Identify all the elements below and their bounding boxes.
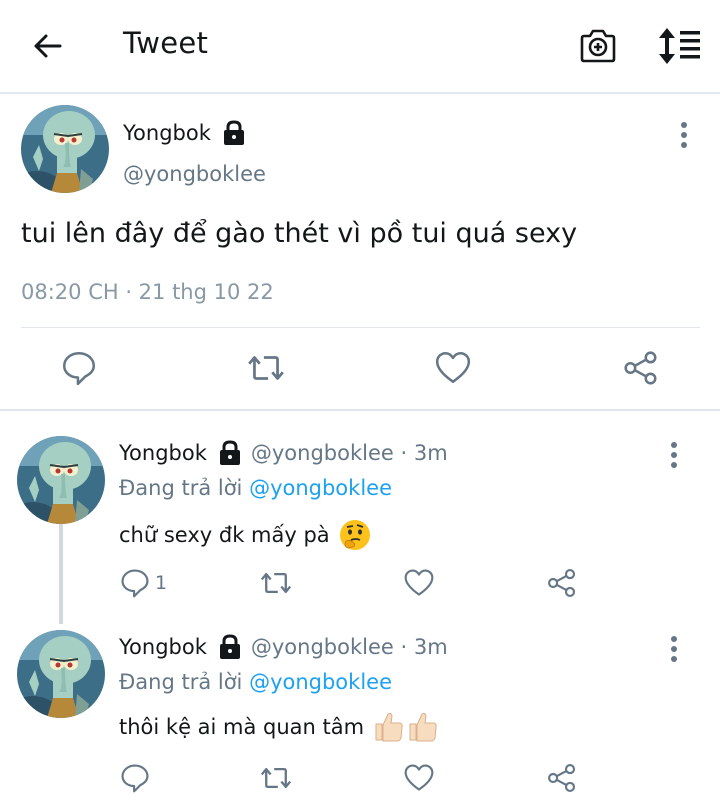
lock-icon [217,440,243,466]
tweet-text-content: chữ sexy đk mấy pà [119,523,330,547]
retweet-icon [245,349,287,387]
tweet-text-content: thôi kệ ai mà quan tâm [119,715,365,739]
camera-plus-icon [580,29,616,63]
reply-button[interactable]: 1 [119,567,167,599]
author-handle-time: @yongboklee · 3m [250,635,448,659]
avatar[interactable] [21,105,109,193]
avatar-image [17,436,105,524]
retweet-button[interactable] [258,567,294,599]
avatar-image [21,105,109,193]
heart-icon [403,762,435,794]
avatar[interactable] [17,630,105,718]
replying-to-label: Đang trả lời [119,476,250,500]
more-vertical-icon [662,634,686,664]
reply-tweet[interactable]: Yongbok @yongboklee · 3m Đang trả lời @y… [0,412,720,612]
reply-count: 1 [155,572,168,594]
author-name-row: Yongbok @yongboklee · 3m [119,440,448,466]
thinking-face-emoji [339,520,370,550]
author-name[interactable]: Yongbok [119,635,207,659]
reply-button[interactable] [119,762,151,794]
like-button[interactable] [403,762,435,794]
avatar[interactable] [17,436,105,524]
thumbs-up-emoji [375,712,437,742]
more-vertical-icon [672,120,696,150]
comment-icon [119,762,151,794]
like-button[interactable] [434,349,472,387]
page-title: Tweet [123,26,209,60]
share-button[interactable] [546,567,578,599]
author-name[interactable]: Yongbok [119,441,207,465]
sort-button[interactable] [656,26,702,66]
comment-icon [60,349,98,387]
author-name[interactable]: Yongbok [123,121,211,145]
author-handle[interactable]: @yongboklee [123,162,266,186]
retweet-button[interactable] [258,762,294,794]
divider [21,327,700,328]
heart-icon [434,349,472,387]
retweet-icon [258,762,294,794]
share-button[interactable] [622,349,660,387]
comment-icon [119,567,151,599]
replying-to: Đang trả lời @yongboklee [119,670,392,694]
lock-icon [217,634,243,660]
camera-button[interactable] [578,26,618,66]
author-handle-time: @yongboklee · 3m [250,441,448,465]
share-icon [546,762,578,794]
avatar-image [17,630,105,718]
replying-to-label: Đang trả lời [119,670,250,694]
share-button[interactable] [546,762,578,794]
arrow-left-icon [34,34,62,58]
share-icon [546,567,578,599]
sort-icon [659,28,700,64]
more-options-button[interactable] [662,440,686,470]
like-button[interactable] [403,567,435,599]
reply-button[interactable] [60,349,98,387]
author-name-row: Yongbok [123,120,247,146]
more-options-button[interactable] [662,634,686,664]
tweet-text: thôi kệ ai mà quan tâm [119,710,440,744]
tweet-text: tui lên đây để gào thét vì pồ tui quá se… [21,218,578,249]
heart-icon [403,567,435,599]
back-button[interactable] [30,28,66,64]
tweet-timestamp: 08:20 CH · 21 thg 10 22 [21,280,274,304]
top-app-bar: Tweet [0,0,720,94]
retweet-icon [258,567,294,599]
tweet-text: chữ sexy đk mấy pà [119,518,372,552]
more-vertical-icon [662,440,686,470]
more-options-button[interactable] [672,120,696,150]
author-name-row: Yongbok @yongboklee · 3m [119,634,448,660]
retweet-button[interactable] [245,349,287,387]
main-tweet: Yongbok @yongboklee tui lên đây để gào t… [0,96,720,411]
mention-link[interactable]: @yongboklee [249,670,392,694]
lock-icon [221,120,247,146]
share-icon [622,349,660,387]
mention-link[interactable]: @yongboklee [249,476,392,500]
reply-tweet[interactable]: Yongbok @yongboklee · 3m Đang trả lời @y… [0,606,720,805]
replying-to: Đang trả lời @yongboklee [119,476,392,500]
